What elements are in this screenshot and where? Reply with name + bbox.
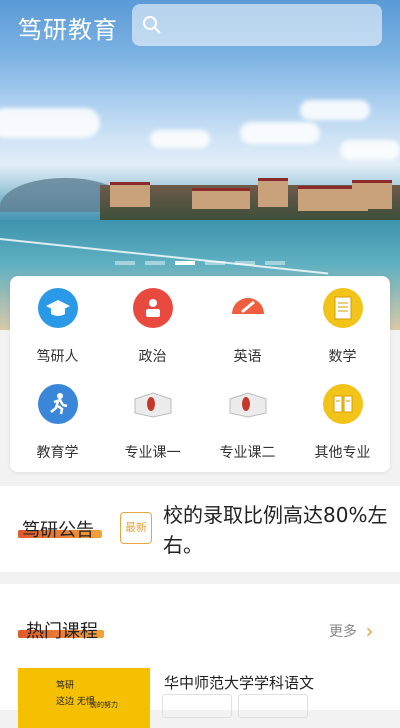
document-icon — [322, 288, 363, 328]
more-label: 更多 — [329, 624, 357, 640]
section-title: 热门课程 — [26, 621, 98, 642]
banner-dot[interactable] — [265, 261, 285, 265]
app-title: 笃研教育 — [18, 16, 118, 44]
search-icon[interactable] — [142, 15, 162, 35]
runner-icon — [37, 384, 78, 424]
banner-pagination — [0, 261, 400, 265]
reader-icon — [132, 288, 173, 328]
category-item[interactable]: 教育学 — [10, 372, 105, 462]
banner-dot[interactable] — [115, 261, 135, 265]
book-icon — [322, 384, 363, 424]
banner-dot[interactable] — [235, 261, 255, 265]
category-item[interactable]: 专业课一 — [105, 372, 200, 462]
category-label: 政治 — [138, 349, 167, 365]
more-link[interactable]: 更多 › — [329, 617, 374, 643]
category-label: 教育学 — [36, 445, 79, 461]
category-item[interactable]: 笃研人 — [10, 276, 105, 366]
category-label: 专业课二 — [219, 445, 276, 461]
new-badge: 最新 — [120, 512, 152, 544]
course-tag — [238, 694, 308, 718]
chevron-right-icon: › — [365, 619, 374, 643]
notice-section[interactable]: 笃研公告 最新 校的录取比例高达80%左右。 — [0, 486, 400, 572]
category-label: 数学 — [328, 349, 357, 365]
category-label: 英语 — [233, 349, 262, 365]
open-book-icon — [132, 384, 173, 424]
search-bar[interactable] — [132, 4, 382, 46]
banner-dot[interactable] — [145, 261, 165, 265]
category-item[interactable]: 专业课二 — [200, 372, 295, 462]
category-item[interactable]: 英语 — [200, 276, 295, 366]
thumb-text: 笃研 — [56, 681, 75, 691]
category-item[interactable]: 其他专业 — [295, 372, 390, 462]
banner-dot[interactable] — [205, 261, 225, 265]
thumb-text: 前的努力 — [90, 701, 118, 709]
category-label: 其他专业 — [314, 445, 371, 461]
category-item[interactable]: 数学 — [295, 276, 390, 366]
pencil-icon — [227, 288, 268, 328]
category-label: 专业课一 — [124, 445, 181, 461]
hot-courses-section: 热门课程 更多 › 笃研 这边 无惧 前的努力 华中师范大学学科语文 — [0, 584, 400, 728]
notice-text[interactable]: 校的录取比例高达80%左右。 — [163, 500, 391, 560]
course-thumbnail[interactable]: 笃研 这边 无惧 前的努力 — [18, 668, 150, 728]
category-grid: 笃研人 政治 英语 数学 教育学 专业课一 专业课二 其他专业 — [10, 276, 390, 472]
course-title[interactable]: 华中师范大学学科语文 — [164, 672, 314, 693]
category-label: 笃研人 — [36, 349, 79, 365]
banner-dot[interactable] — [175, 261, 195, 265]
category-item[interactable]: 政治 — [105, 276, 200, 366]
course-tag — [162, 694, 232, 718]
graduation-cap-icon — [37, 288, 78, 328]
open-book-icon — [227, 384, 268, 424]
notice-title: 笃研公告 — [22, 520, 94, 541]
